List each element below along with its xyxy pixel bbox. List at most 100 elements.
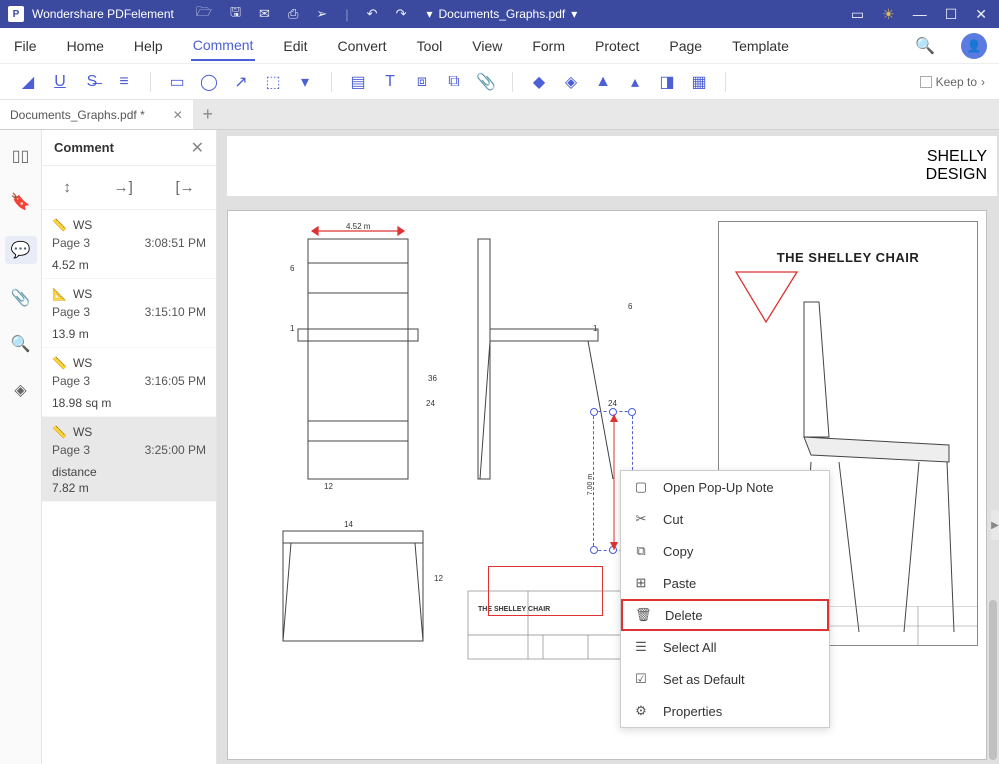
menu-page[interactable]: Page <box>667 32 704 60</box>
menu-view[interactable]: View <box>470 32 504 60</box>
callout-tool-icon[interactable]: ⧉ <box>440 68 468 96</box>
side-panel-tools: ↕ →] [→ <box>42 166 216 210</box>
comment-item[interactable]: 📏WS Page 33:16:05 PM 18.98 sq m <box>42 348 216 417</box>
context-menu-set-default[interactable]: ☑Set as Default <box>621 663 829 695</box>
highlight-tool-icon[interactable]: ◢ <box>14 68 42 96</box>
comment-item[interactable]: 📐WS Page 33:15:10 PM 13.9 m <box>42 279 216 348</box>
comments-side-panel: Comment ✕ ↕ →] [→ 📏WS Page 33:08:51 PM 4… <box>42 130 217 764</box>
stamp5-icon[interactable]: ◨ <box>653 68 681 96</box>
list-tool-icon[interactable]: ≡ <box>110 68 138 96</box>
rectangle-annotation[interactable] <box>488 566 603 616</box>
copy-icon: ⧉ <box>633 543 649 559</box>
context-menu-cut[interactable]: ✂Cut <box>621 503 829 535</box>
menu-form[interactable]: Form <box>530 32 567 60</box>
context-menu-paste[interactable]: ⊞Paste <box>621 567 829 599</box>
menu-help[interactable]: Help <box>132 32 165 60</box>
stamp6-icon[interactable]: ▦ <box>685 68 713 96</box>
arrow-tool-icon[interactable]: ↗ <box>227 68 255 96</box>
theme-icon[interactable]: ☀ <box>882 6 895 23</box>
shapes-dropdown-icon[interactable]: ▾ <box>291 68 319 96</box>
add-tab-button[interactable]: + <box>193 104 223 125</box>
menu-convert[interactable]: Convert <box>336 32 389 60</box>
maximize-icon[interactable]: ☐ <box>945 6 958 23</box>
rectangle-tool-icon[interactable]: ▭ <box>163 68 191 96</box>
chevron-down-icon: ▾ <box>571 7 577 21</box>
fullscreen-icon[interactable]: ▭ <box>851 6 864 23</box>
text-tool-icon[interactable]: T <box>376 68 404 96</box>
circle-tool-icon[interactable]: ◯ <box>195 68 223 96</box>
save-icon[interactable]: 🖫 <box>230 3 241 25</box>
vertical-scrollbar[interactable] <box>989 600 997 760</box>
import-icon[interactable]: →] <box>114 179 133 196</box>
document-tab[interactable]: Documents_Graphs.pdf * ✕ <box>0 100 193 129</box>
document-canvas[interactable]: ◀ ▶ SHELLY DESIGN <box>217 130 999 764</box>
close-panel-icon[interactable]: ✕ <box>191 138 204 158</box>
search-icon[interactable]: 🔍 <box>915 36 935 56</box>
titlebar-separator: | <box>345 7 348 22</box>
keep-to-toggle[interactable]: Keep to › <box>920 75 985 89</box>
tab-label: Documents_Graphs.pdf * <box>10 108 145 122</box>
comment-item[interactable]: 📏WS Page 33:08:51 PM 4.52 m <box>42 210 216 279</box>
menu-file[interactable]: File <box>12 32 39 60</box>
context-menu-select-all[interactable]: ☰Select All <box>621 631 829 663</box>
menu-template[interactable]: Template <box>730 32 791 60</box>
stamp3-icon[interactable]: ▲ <box>589 68 617 96</box>
textbox-tool-icon[interactable]: ⧈ <box>408 68 436 96</box>
titlebar-document[interactable]: ▾ Documents_Graphs.pdf ▾ <box>426 7 577 21</box>
mail-icon[interactable]: ✉ <box>259 6 270 22</box>
select-all-icon: ☰ <box>633 639 649 655</box>
menu-comment[interactable]: Comment <box>191 31 256 61</box>
minimize-icon[interactable]: — <box>913 6 927 22</box>
layers-icon[interactable]: ◈ <box>9 378 33 402</box>
thumbnails-icon[interactable]: ▯▯ <box>9 144 33 168</box>
user-avatar-icon[interactable]: 👤 <box>961 33 987 59</box>
menu-edit[interactable]: Edit <box>281 32 309 60</box>
menu-tool[interactable]: Tool <box>415 32 445 60</box>
menu-protect[interactable]: Protect <box>593 32 641 60</box>
measure-icon: 📏 <box>52 425 67 439</box>
gear-icon: ⚙ <box>633 703 649 719</box>
svg-text:6: 6 <box>628 302 633 311</box>
undo-icon[interactable]: ↶ <box>367 6 378 22</box>
titlebar-doc-name: Documents_Graphs.pdf <box>439 7 566 21</box>
context-menu-delete[interactable]: 🗑Delete <box>621 599 829 631</box>
titlebar-quick-actions: 🗁 🖫 ✉ ⎙ ➢ | ↶ ↷ <box>196 3 407 25</box>
search-panel-icon[interactable]: 🔍 <box>9 332 33 356</box>
measure-icon: 📏 <box>52 218 67 232</box>
stamp2-icon[interactable]: ◈ <box>557 68 585 96</box>
check-icon: ☑ <box>633 671 649 687</box>
close-tab-icon[interactable]: ✕ <box>173 108 183 122</box>
pdf-page[interactable]: 4.52 m 6 1 12 36 6 1 24 <box>227 210 987 760</box>
comments-panel-icon[interactable]: 💬 <box>5 236 37 264</box>
context-menu-open-popup[interactable]: ▢Open Pop-Up Note <box>621 471 829 503</box>
sort-icon[interactable]: ↕ <box>63 179 71 196</box>
triangle-annotation[interactable] <box>734 270 799 325</box>
stamp1-icon[interactable]: ◆ <box>525 68 553 96</box>
attachment-tool-icon[interactable]: 📎 <box>472 68 500 96</box>
context-menu-properties[interactable]: ⚙Properties <box>621 695 829 727</box>
keep-to-checkbox[interactable] <box>920 76 932 88</box>
share-icon[interactable]: ➢ <box>316 6 327 22</box>
redo-icon[interactable]: ↷ <box>396 6 407 22</box>
export-icon[interactable]: [→ <box>175 179 194 196</box>
keep-to-label: Keep to <box>936 75 977 89</box>
underline-tool-icon[interactable]: U <box>46 68 74 96</box>
comment-item-selected[interactable]: 📏WS Page 33:25:00 PM distance 7.82 m <box>42 417 216 502</box>
menu-home[interactable]: Home <box>65 32 106 60</box>
expand-right-handle[interactable]: ▶ <box>991 510 999 540</box>
measure-icon: 📐 <box>52 287 67 301</box>
separator <box>512 72 513 92</box>
context-menu-copy[interactable]: ⧉Copy <box>621 535 829 567</box>
crop-tool-icon[interactable]: ⬚ <box>259 68 287 96</box>
close-window-icon[interactable]: ✕ <box>975 6 987 23</box>
svg-text:4.52 m: 4.52 m <box>346 222 371 231</box>
stamp4-icon[interactable]: ▴ <box>621 68 649 96</box>
open-folder-icon[interactable]: 🗁 <box>196 3 212 25</box>
print-icon[interactable]: ⎙ <box>288 6 298 22</box>
chevron-right-icon: › <box>981 75 985 89</box>
bookmarks-icon[interactable]: 🔖 <box>9 190 33 214</box>
strikethrough-tool-icon[interactable]: S̶ <box>78 68 106 96</box>
svg-text:12: 12 <box>324 482 333 491</box>
note-tool-icon[interactable]: ▤ <box>344 68 372 96</box>
attachments-icon[interactable]: 📎 <box>9 286 33 310</box>
